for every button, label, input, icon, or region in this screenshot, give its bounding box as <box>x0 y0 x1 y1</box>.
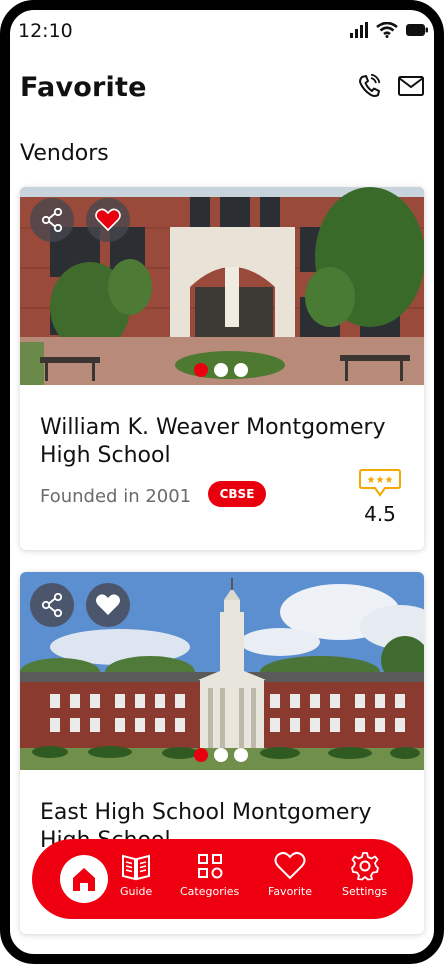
school-photo <box>20 187 424 385</box>
carousel-dot[interactable] <box>234 748 248 762</box>
home-icon <box>73 868 95 891</box>
carousel-dot[interactable] <box>234 363 248 377</box>
share-button[interactable] <box>30 583 74 627</box>
nav-item-favorite[interactable]: Favorite <box>268 851 312 898</box>
svg-text:★★★: ★★★ <box>367 475 394 486</box>
vendor-card[interactable]: William K. Weaver Montgomery High School… <box>20 187 424 550</box>
page-title: Favorite <box>20 72 147 103</box>
vendor-photo[interactable] <box>20 187 424 385</box>
rating-bubble-icon: ★★★ <box>359 469 401 497</box>
nav-item-settings[interactable]: Settings <box>342 851 387 898</box>
carousel-dots[interactable] <box>194 363 248 377</box>
section-title: Vendors <box>20 141 109 166</box>
nav-item-guide[interactable]: Guide <box>120 851 152 898</box>
bottom-nav: Guide Categories Favorite Settings <box>32 839 413 919</box>
heart-filled-icon <box>95 208 121 232</box>
carousel-dot[interactable] <box>214 363 228 377</box>
nav-label: Favorite <box>268 885 312 898</box>
heart-icon <box>274 851 306 880</box>
heart-icon <box>96 594 120 615</box>
nav-label: Settings <box>342 885 388 898</box>
favorite-button[interactable] <box>86 583 130 627</box>
vendor-founded: Founded in 2001 <box>40 486 192 507</box>
share-button[interactable] <box>30 198 74 242</box>
favorite-button[interactable] <box>86 198 130 242</box>
home-button[interactable] <box>60 855 108 903</box>
battery-icon <box>406 24 428 36</box>
share-icon <box>41 593 63 617</box>
share-icon <box>41 208 63 232</box>
nav-item-categories[interactable]: Categories <box>180 851 239 898</box>
board-badge: CBSE <box>208 481 266 507</box>
mail-icon[interactable] <box>398 76 424 96</box>
grid-icon <box>197 854 223 879</box>
carousel-dot[interactable] <box>214 748 228 762</box>
carousel-dot[interactable] <box>194 748 208 762</box>
vendor-name[interactable]: William K. Weaver Montgomery High School <box>40 414 410 470</box>
nav-label: Guide <box>120 885 153 898</box>
wifi-icon <box>376 22 398 38</box>
nav-label: Categories <box>180 885 240 898</box>
school-photo <box>20 572 424 770</box>
signal-icon <box>350 22 368 38</box>
rating: ★★★ 4.5 <box>356 468 404 526</box>
phone-icon[interactable] <box>358 74 380 98</box>
book-icon <box>122 854 151 881</box>
carousel-dot[interactable] <box>194 363 208 377</box>
phone-frame: 12:10 Favorite Vendors William K. Weaver… <box>0 0 444 964</box>
carousel-dots[interactable] <box>194 748 248 762</box>
vendor-photo[interactable] <box>20 572 424 770</box>
gear-icon <box>350 852 379 881</box>
status-time: 12:10 <box>18 20 73 42</box>
rating-value: 4.5 <box>364 502 396 526</box>
status-bar: 12:10 <box>18 20 428 46</box>
